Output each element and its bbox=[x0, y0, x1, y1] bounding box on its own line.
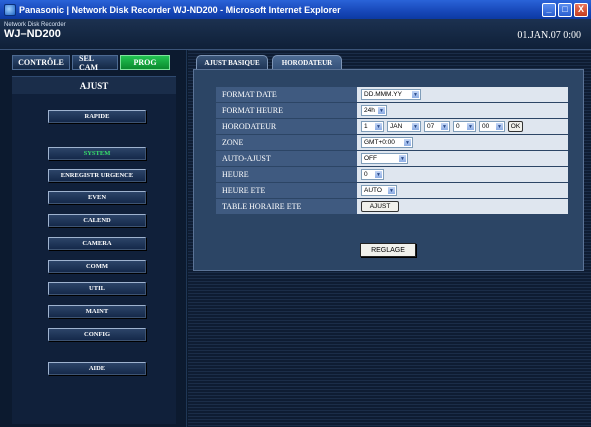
menu-button-config[interactable]: CONFIG bbox=[48, 328, 146, 341]
menu-button-aide[interactable]: AIDE bbox=[48, 362, 146, 375]
chevron-down-icon: ▼ bbox=[374, 170, 383, 179]
app-header: Network Disk Recorder WJ–ND200 01.JAN.07… bbox=[0, 19, 591, 50]
heure-select[interactable]: 0 ▼ bbox=[361, 169, 384, 180]
chevron-down-icon: ▼ bbox=[377, 106, 386, 115]
menu-button-camera[interactable]: CAMERA bbox=[48, 237, 146, 250]
chevron-down-icon: ▼ bbox=[411, 122, 420, 131]
chevron-down-icon: ▼ bbox=[495, 122, 504, 131]
setting-label: AUTO-AJUST bbox=[216, 151, 357, 167]
tab-ajust-basique[interactable]: AJUST BASIQUE bbox=[196, 55, 268, 69]
settings-table: FORMAT DATE DD.MMM.YY ▼ FORMAT HEURE 24h… bbox=[216, 87, 568, 215]
mode-tab-controle[interactable]: CONTRÔLE bbox=[12, 55, 70, 70]
menu-button-util[interactable]: UTIL bbox=[48, 282, 146, 295]
reglage-button[interactable]: REGLAGE bbox=[360, 243, 416, 257]
mode-tab-prog[interactable]: PROG bbox=[120, 55, 170, 70]
hour-select[interactable]: 0 ▼ bbox=[453, 121, 476, 132]
menu-button-enregistr-urgence[interactable]: ENREGISTR URGENCE bbox=[48, 169, 146, 182]
setting-row-table-horaire-ete: TABLE HORAIRE ETE AJUST bbox=[216, 199, 568, 215]
mode-tabs: CONTRÔLE SEL CAM PROG bbox=[12, 54, 170, 72]
minimize-button[interactable]: _ bbox=[542, 2, 556, 17]
setting-row-heure-ete: HEURE ETE AUTO ▼ bbox=[216, 183, 568, 199]
format-date-select[interactable]: DD.MMM.YY ▼ bbox=[361, 89, 421, 100]
setting-row-auto-ajust: AUTO-AJUST OFF ▼ bbox=[216, 151, 568, 167]
month-select[interactable]: JAN ▼ bbox=[387, 121, 421, 132]
menu-button-even[interactable]: EVEN bbox=[48, 191, 146, 204]
chevron-down-icon: ▼ bbox=[466, 122, 475, 131]
zone-select[interactable]: GMT+0:00 ▼ bbox=[361, 137, 413, 148]
horodateur-settings-panel: FORMAT DATE DD.MMM.YY ▼ FORMAT HEURE 24h… bbox=[193, 69, 584, 271]
setting-row-format-date: FORMAT DATE DD.MMM.YY ▼ bbox=[216, 87, 568, 103]
minute-select[interactable]: 00 ▼ bbox=[479, 121, 505, 132]
chevron-down-icon: ▼ bbox=[374, 122, 383, 131]
year-select[interactable]: 07 ▼ bbox=[424, 121, 450, 132]
window-title: Panasonic | Network Disk Recorder WJ-ND2… bbox=[19, 4, 341, 15]
auto-ajust-select[interactable]: OFF ▼ bbox=[361, 153, 408, 164]
chevron-down-icon: ▼ bbox=[403, 138, 412, 147]
setting-label: TABLE HORAIRE ETE bbox=[216, 199, 357, 215]
setting-label: HORODATEUR bbox=[216, 119, 357, 135]
chevron-down-icon: ▼ bbox=[387, 186, 396, 195]
window-title-bar: Panasonic | Network Disk Recorder WJ-ND2… bbox=[0, 0, 591, 19]
table-horaire-ajust-button[interactable]: AJUST bbox=[361, 201, 399, 212]
menu-button-system[interactable]: SYSTEM bbox=[48, 147, 146, 160]
tab-horodateur[interactable]: HORODATEUR bbox=[272, 55, 342, 69]
day-select[interactable]: 1 ▼ bbox=[361, 121, 384, 132]
setting-label: FORMAT HEURE bbox=[216, 103, 357, 119]
setting-label: FORMAT DATE bbox=[216, 87, 357, 103]
close-button[interactable]: X bbox=[574, 2, 588, 17]
mode-tab-sel-cam[interactable]: SEL CAM bbox=[72, 54, 118, 72]
menu-button-maint[interactable]: MAINT bbox=[48, 305, 146, 318]
setting-row-horodateur: HORODATEUR 1 ▼ JAN ▼ 07 ▼ 0 ▼ 00 ▼ OK bbox=[216, 119, 568, 135]
setting-label: HEURE ETE bbox=[216, 183, 357, 199]
setup-menu-title: AJUST bbox=[12, 76, 176, 94]
format-heure-select[interactable]: 24h ▼ bbox=[361, 105, 387, 116]
setting-row-format-heure: FORMAT HEURE 24h ▼ bbox=[216, 103, 568, 119]
menu-button-rapide[interactable]: RAPIDE bbox=[48, 110, 146, 123]
setting-label: ZONE bbox=[216, 135, 357, 151]
left-navigation-panel: CONTRÔLE SEL CAM PROG AJUST RAPIDE SYSTE… bbox=[0, 50, 187, 427]
setting-row-zone: ZONE GMT+0:00 ▼ bbox=[216, 135, 568, 151]
date-time-display: 01.JAN.07 0:00 bbox=[517, 30, 581, 41]
chevron-down-icon: ▼ bbox=[440, 122, 449, 131]
heure-ete-select[interactable]: AUTO ▼ bbox=[361, 185, 397, 196]
chevron-down-icon: ▼ bbox=[398, 154, 407, 163]
chevron-down-icon: ▼ bbox=[411, 90, 420, 99]
setting-label: HEURE bbox=[216, 167, 357, 183]
ok-button[interactable]: OK bbox=[508, 121, 523, 132]
internet-explorer-icon bbox=[4, 3, 16, 16]
menu-button-calend[interactable]: CALEND bbox=[48, 214, 146, 227]
product-model: WJ–ND200 bbox=[4, 28, 61, 40]
maximize-button[interactable]: □ bbox=[558, 2, 572, 17]
settings-tabs: AJUST BASIQUE HORODATEUR bbox=[196, 55, 342, 69]
setting-row-heure: HEURE 0 ▼ bbox=[216, 167, 568, 183]
menu-button-comm[interactable]: COMM bbox=[48, 260, 146, 273]
